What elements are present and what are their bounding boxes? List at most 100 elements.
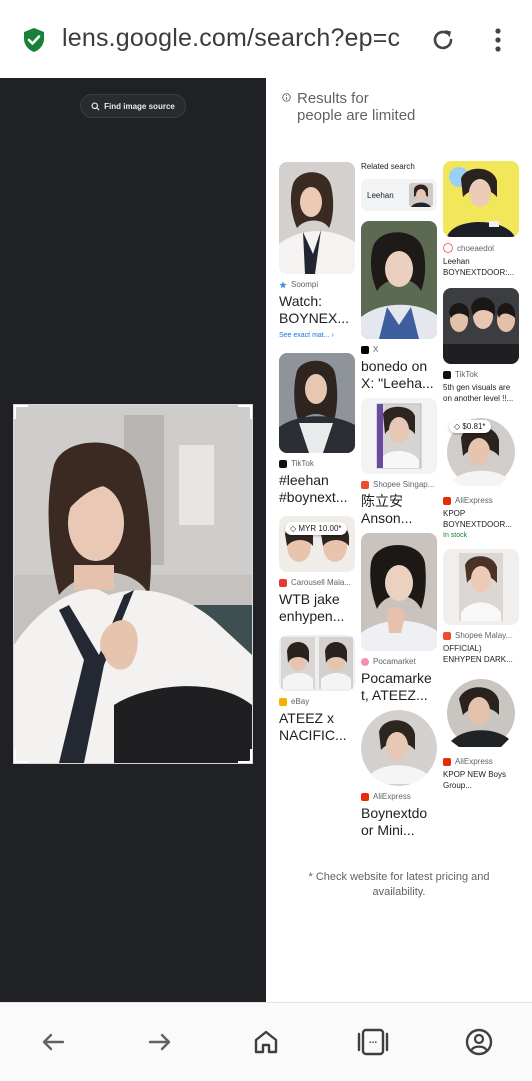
account-icon[interactable]: [464, 1027, 494, 1057]
result-source-name: Carousell Mala...: [291, 578, 352, 587]
result-card[interactable]: TikTok 5th gen visuals are on another le…: [443, 288, 519, 404]
result-title[interactable]: 5th gen visuals are on another level !!.…: [443, 382, 519, 404]
pocamarket-icon: [361, 657, 369, 666]
arrow-forward-icon[interactable]: [145, 1027, 175, 1057]
result-source[interactable]: Soompi: [279, 280, 355, 289]
result-thumbnail[interactable]: [279, 353, 355, 453]
result-thumbnail[interactable]: [279, 635, 355, 691]
tiktok-icon: [443, 370, 451, 379]
result-source[interactable]: Carousell Mala...: [279, 578, 355, 587]
carousell-icon: [279, 578, 287, 587]
pricing-footnote: * Check website for latest pricing and a…: [308, 871, 490, 898]
result-card[interactable]: ◇ $0.81* AliExpress KPOP BOYNEXTDOOR... …: [443, 414, 519, 539]
crop-handle-bottom-left[interactable]: [14, 749, 28, 763]
result-source[interactable]: AliExpress: [443, 496, 519, 505]
result-title[interactable]: Leehan BOYNEXTDOOR:...: [443, 256, 519, 278]
ebay-icon: [279, 697, 287, 706]
crop-handle-top-right[interactable]: [238, 405, 252, 419]
price-badge-value: MYR 10.00*: [298, 524, 342, 533]
result-source[interactable]: Shopee Malay...: [443, 631, 519, 640]
result-thumbnail[interactable]: [443, 288, 519, 364]
result-source[interactable]: choeaedol: [443, 243, 519, 253]
result-source[interactable]: AliExpress: [361, 792, 437, 801]
result-card[interactable]: TikTok #leehan #boynext...: [279, 353, 355, 506]
result-thumbnail[interactable]: [361, 221, 437, 339]
result-thumbnail[interactable]: [361, 398, 437, 474]
result-source[interactable]: eBay: [279, 697, 355, 706]
tabs-count: ...: [368, 1035, 378, 1046]
home-icon[interactable]: [251, 1027, 281, 1057]
related-search: Related search Leehan: [361, 162, 437, 211]
result-card[interactable]: Soompi Watch: BOYNEX... See exact mat...…: [279, 162, 355, 339]
price-badge: ◇ MYR 10.00*: [285, 522, 347, 535]
result-card[interactable]: Pocamarket Pocamarke t, ATEEZ...: [361, 533, 437, 704]
result-title[interactable]: ATEEZ x NACIFIC...: [279, 710, 355, 744]
result-card[interactable]: AliExpress KPOP NEW Boys Group...: [443, 675, 519, 791]
aliexpress-icon: [361, 792, 369, 801]
result-source[interactable]: TikTok: [279, 459, 355, 468]
result-source[interactable]: AliExpress: [443, 757, 519, 766]
price-badge-value: $0.81*: [462, 422, 486, 431]
see-exact-match-link[interactable]: See exact mat... ›: [279, 332, 355, 339]
result-title[interactable]: KPOP NEW Boys Group...: [443, 769, 519, 791]
more-vert-icon[interactable]: [486, 26, 510, 54]
result-title[interactable]: KPOP BOYNEXTDOOR...: [443, 508, 519, 530]
result-card[interactable]: eBay ATEEZ x NACIFIC...: [279, 635, 355, 744]
result-card[interactable]: Shopee Malay... OFFICIAL) ENHYPEN DARK..…: [443, 549, 519, 665]
result-thumbnail[interactable]: [279, 162, 355, 274]
result-source-name: Shopee Malay...: [455, 631, 513, 640]
arrow-back-icon[interactable]: [38, 1027, 68, 1057]
price-tag-icon: ◇: [454, 422, 461, 431]
result-thumbnail[interactable]: [443, 549, 519, 625]
tiktok-icon: [279, 459, 287, 468]
result-card[interactable]: X bonedo on X: "Leeha...: [361, 221, 437, 392]
result-source[interactable]: Shopee Singap...: [361, 480, 437, 489]
result-title[interactable]: 陈立安 Anson...: [361, 493, 437, 527]
result-thumbnail[interactable]: ◇ MYR 10.00*: [279, 516, 355, 572]
result-source-name: AliExpress: [373, 792, 411, 801]
result-title[interactable]: #leehan #boynext...: [279, 472, 355, 506]
result-source-name: Shopee Singap...: [373, 480, 435, 489]
limited-results-notice: Results for people are limited: [282, 90, 417, 124]
stock-status: In stock: [443, 532, 468, 539]
result-title[interactable]: Watch: BOYNEX...: [279, 293, 355, 327]
see-exact-match-label: See exact mat...: [279, 332, 330, 339]
result-source[interactable]: TikTok: [443, 370, 519, 379]
result-title[interactable]: bonedo on X: "Leeha...: [361, 358, 437, 392]
result-source-name: X: [373, 345, 379, 354]
result-title[interactable]: Boynextdo or Mini...: [361, 805, 437, 839]
tabs-button[interactable]: ...: [356, 1027, 390, 1057]
result-card[interactable]: choeaedol Leehan BOYNEXTDOOR:...: [443, 161, 519, 278]
browser-toolbar: lens.google.com/search?ep=c: [0, 0, 532, 79]
result-title[interactable]: WTB jake enhypen...: [279, 591, 355, 625]
result-title[interactable]: Pocamarke t, ATEEZ...: [361, 670, 437, 704]
result-thumbnail[interactable]: [443, 675, 519, 751]
related-search-chip[interactable]: Leehan: [361, 179, 437, 211]
crop-handle-top-left[interactable]: [14, 405, 28, 419]
aliexpress-icon: [443, 757, 451, 766]
image-preview-pane: Find image source: [0, 78, 266, 1002]
result-source[interactable]: X: [361, 345, 437, 354]
result-card[interactable]: ◇ MYR 10.00* Carousell Mala... WTB jake …: [279, 516, 355, 625]
result-thumbnail[interactable]: [361, 710, 437, 786]
result-thumbnail[interactable]: [443, 161, 519, 237]
url-field[interactable]: lens.google.com/search?ep=c: [62, 24, 416, 53]
result-card[interactable]: Shopee Singap... 陈立安 Anson...: [361, 398, 437, 527]
selected-image[interactable]: [13, 404, 253, 764]
results-column-2: Related search Leehan X bonedo on X: "Le…: [361, 162, 437, 845]
lens-search-icon: [91, 101, 100, 111]
aliexpress-icon: [443, 496, 451, 505]
result-card[interactable]: AliExpress Boynextdo or Mini...: [361, 710, 437, 839]
result-source[interactable]: Pocamarket: [361, 657, 437, 666]
result-title[interactable]: OFFICIAL) ENHYPEN DARK...: [443, 643, 519, 665]
limited-results-text: Results for people are limited: [297, 90, 416, 124]
result-thumbnail[interactable]: ◇ $0.81*: [443, 414, 519, 490]
shopee-icon: [361, 480, 369, 489]
find-image-source-button[interactable]: Find image source: [80, 94, 186, 118]
reload-icon[interactable]: [430, 27, 456, 53]
info-icon: [282, 93, 291, 102]
price-badge: ◇ $0.81*: [449, 420, 491, 433]
shield-check-icon[interactable]: [22, 27, 46, 53]
crop-handle-bottom-right[interactable]: [238, 749, 252, 763]
result-thumbnail[interactable]: [361, 533, 437, 651]
